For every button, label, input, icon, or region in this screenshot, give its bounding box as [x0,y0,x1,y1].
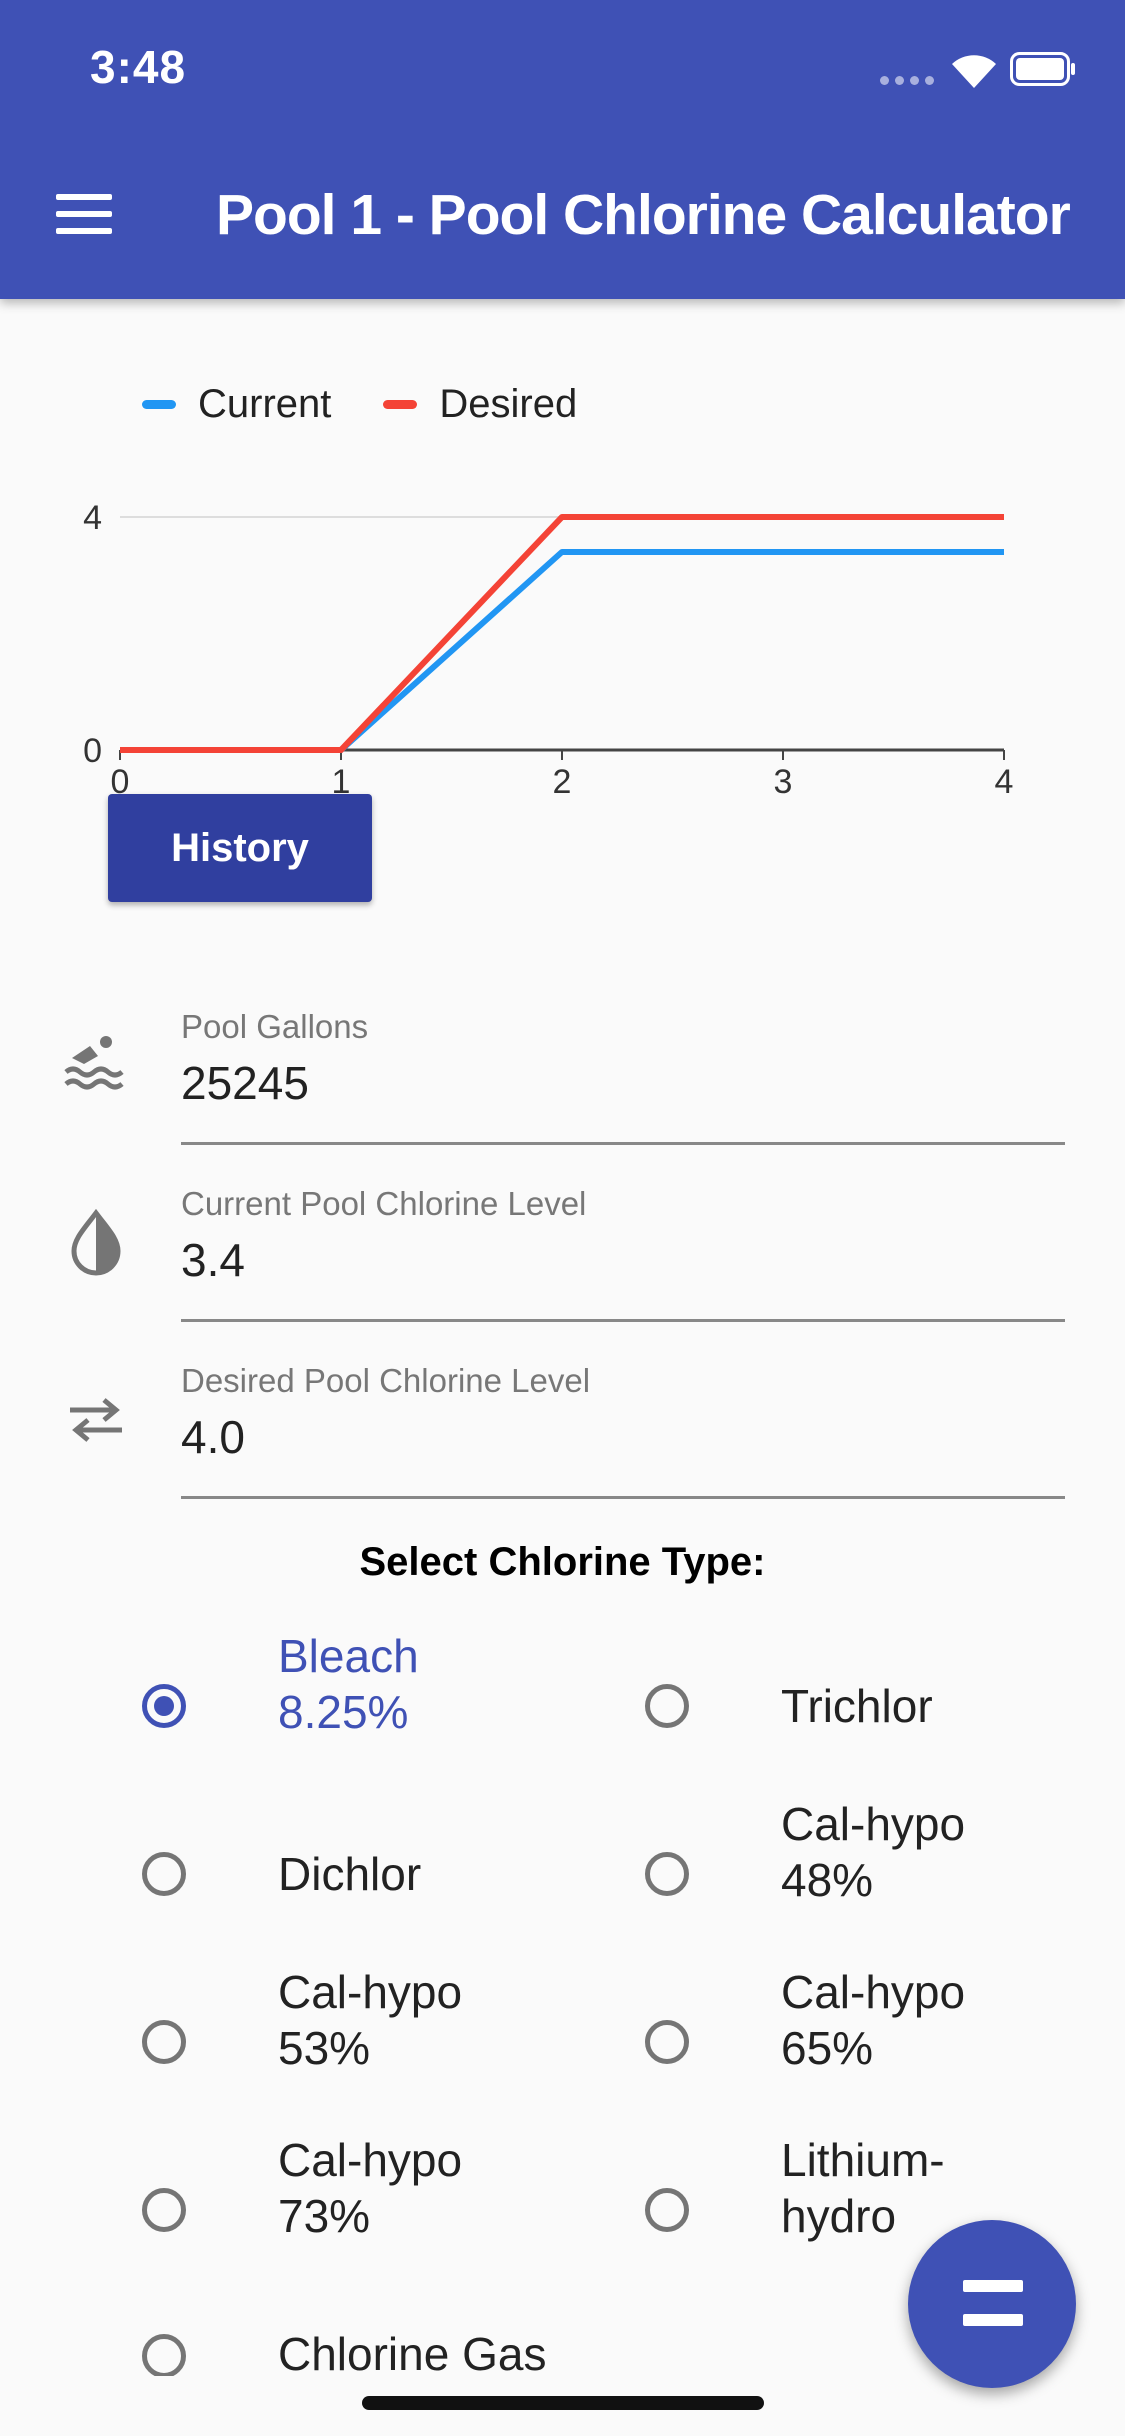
y-tick-label: 0 [83,732,102,770]
radio-button[interactable] [142,1852,186,1896]
radio-dichlor[interactable]: Dichlor [142,1830,562,1950]
status-time: 3:48 [90,41,187,93]
x-tick-label: 3 [774,763,793,801]
radio-label-line2: 8.25% [278,1686,409,1738]
radio-label-bleach: Bleach 8.25% [278,1628,518,1740]
radio-label-trichlor: Trichlor [781,1680,933,1732]
battery-icon [1010,52,1075,86]
radio-label-chlorine-gas: Chlorine Gas [278,2328,547,2376]
radio-label-cal-hypo-53: Cal-hypo 53% [278,1964,518,2076]
radio-label-cal-hypo-48: Cal-hypo 48% [781,1796,1021,1908]
radio-button[interactable] [645,2020,689,2064]
pool-gallons-input[interactable] [181,1056,1051,1110]
radio-label-dichlor: Dichlor [278,1848,422,1900]
current-chlorine-underline [181,1319,1065,1322]
history-button[interactable]: History [108,794,372,902]
radio-button[interactable] [142,2188,186,2232]
radio-bleach[interactable]: Bleach 8.25% [142,1630,562,1782]
radio-trichlor[interactable]: Trichlor [645,1662,1065,1782]
equals-icon-bar [963,2314,1023,2326]
swimmer-icon [64,1036,124,1090]
radio-button[interactable] [142,2020,186,2064]
radio-label-line1: Cal-hypo [781,1798,966,1850]
home-indicator [362,2396,764,2410]
cellular-signal-icon [880,76,934,85]
radio-label-cal-hypo-65: Cal-hypo 65% [781,1964,1021,2076]
screen-content: 3:48 Pool 1 - Pool Chlorine Calculator C… [0,0,1125,2376]
pool-gallons-field[interactable]: Pool Gallons [0,1008,1125,1168]
desired-chlorine-field[interactable]: Desired Pool Chlorine Level [0,1362,1125,1522]
series-line-current [120,548,1004,753]
radio-chlorine-gas[interactable]: Chlorine Gas [142,2328,622,2376]
radio-cal-hypo-65[interactable]: Cal-hypo 65% [645,1966,1065,2118]
y-tick-label: 4 [83,499,102,537]
radio-label-line1: Cal-hypo [781,1966,966,2018]
radio-label-line2: 73% [278,2190,371,2242]
radio-button[interactable] [645,1684,689,1728]
desired-chlorine-label: Desired Pool Chlorine Level [181,1362,591,1399]
equals-icon [963,2280,1023,2292]
radio-button-selected[interactable] [142,1684,186,1728]
desired-chlorine-underline [181,1496,1065,1499]
radio-cal-hypo-73[interactable]: Cal-hypo 73% [142,2134,562,2286]
radio-label-line2: 53% [278,2022,371,2074]
x-tick-label: 2 [553,763,572,801]
pool-gallons-label: Pool Gallons [181,1008,369,1045]
pool-gallons-underline [181,1142,1065,1145]
radio-label-line1: Bleach [278,1630,419,1682]
current-chlorine-field[interactable]: Current Pool Chlorine Level [0,1185,1125,1345]
current-chlorine-input[interactable] [181,1233,1051,1287]
radio-label-line1: Lithium- [781,2134,945,2186]
x-tick-label: 4 [995,763,1014,801]
chlorine-type-title: Select Chlorine Type: [359,1540,766,1584]
radio-label-line2: 48% [781,1854,874,1906]
radio-button[interactable] [142,2334,186,2376]
radio-cal-hypo-48[interactable]: Cal-hypo 48% [645,1798,1065,1950]
radio-label-line1: Cal-hypo [278,2134,463,2186]
radio-label-cal-hypo-73: Cal-hypo 73% [278,2132,518,2244]
wifi-icon [952,55,996,88]
page-title: Pool 1 - Pool Chlorine Calculator [216,183,1071,247]
current-chlorine-label: Current Pool Chlorine Level [181,1185,587,1222]
calculate-fab[interactable] [908,2220,1076,2388]
radio-button[interactable] [645,2188,689,2232]
desired-chlorine-input[interactable] [181,1410,1051,1464]
app-bar: 3:48 Pool 1 - Pool Chlorine Calculator [0,0,1125,299]
menu-icon[interactable] [48,186,120,242]
radio-cal-hypo-53[interactable]: Cal-hypo 53% [142,1966,562,2118]
swap-arrows-icon [70,1398,122,1442]
radio-button[interactable] [645,1852,689,1896]
radio-label-line1: Cal-hypo [278,1966,463,2018]
radio-label-line2: 65% [781,2022,874,2074]
water-drop-icon [71,1208,121,1276]
